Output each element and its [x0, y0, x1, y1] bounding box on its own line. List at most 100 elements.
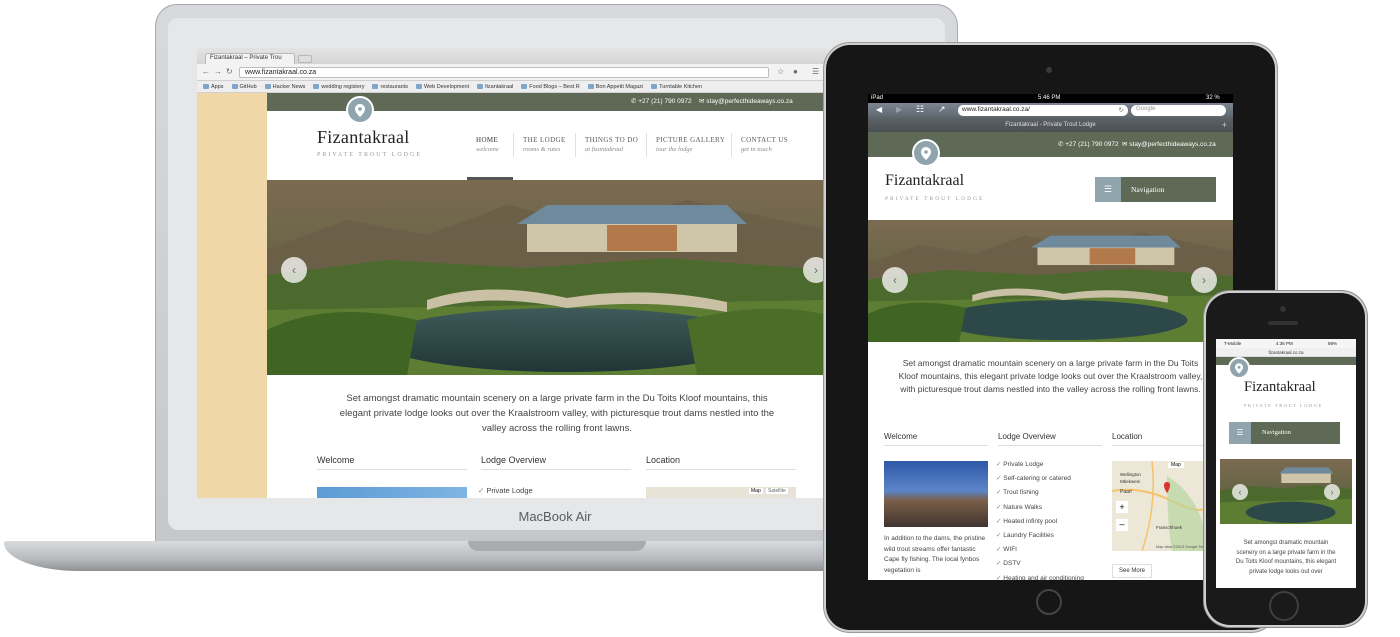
- address-bar[interactable]: www.fizantakraal.co.za: [239, 67, 769, 78]
- status-carrier: iPad: [871, 95, 884, 101]
- status-time: 5:46 PM: [1038, 95, 1061, 101]
- status-battery: 89%: [1328, 341, 1338, 346]
- ipad-home-button[interactable]: [1036, 589, 1062, 615]
- slider-next-button[interactable]: ›: [803, 257, 827, 283]
- forward-icon[interactable]: →: [214, 67, 222, 76]
- intro-paragraph: Set amongst dramatic mountain scenery on…: [898, 358, 1203, 394]
- logo-title[interactable]: Fizantakraal: [1244, 379, 1316, 396]
- folder-icon: [203, 84, 209, 89]
- see-more-button[interactable]: See More: [1112, 564, 1152, 578]
- folder-icon: [372, 84, 379, 89]
- folder-icon: [521, 84, 528, 89]
- safari-address-bar[interactable]: www.fizantakraal.co.za/↻: [958, 105, 1128, 116]
- welcome-image: [884, 461, 988, 527]
- phone-number[interactable]: ✆ +27 (21) 790 0972: [631, 97, 692, 105]
- navigation-label: Navigation: [1131, 185, 1165, 194]
- iphone-home-button[interactable]: [1269, 591, 1299, 621]
- map-place-label: Paarl: [1120, 489, 1132, 495]
- column-heading-location: Location: [646, 455, 796, 470]
- menu-item-home[interactable]: HOME welcome: [476, 136, 499, 154]
- iphone-address-bar[interactable]: fizantakraal.co.za: [1216, 348, 1356, 357]
- reload-icon[interactable]: ↻: [1119, 106, 1124, 114]
- bookmark-item[interactable]: GitHub: [231, 83, 257, 90]
- bookmark-star-icon[interactable]: ☆: [777, 67, 784, 76]
- back-icon[interactable]: ◀: [876, 105, 882, 114]
- folder-icon: [651, 84, 658, 89]
- safari-toolbar: ◀ ▶ ☷ ↗ www.fizantakraal.co.za/↻ Google: [868, 103, 1233, 118]
- browser-tab[interactable]: Fizantakraal – Private Trou: [205, 53, 295, 64]
- status-carrier: T-Mobile: [1224, 341, 1242, 346]
- map-zoom-out-button[interactable]: –: [1116, 519, 1128, 531]
- bookmarks-bar: Apps GitHub Hacker News wedding registery re…: [197, 81, 827, 93]
- menu-item-things-to-do[interactable]: THINGS TO DO at fizantakraal: [585, 136, 638, 154]
- map-type-button[interactable]: Map: [749, 488, 763, 494]
- folder-icon: [587, 84, 594, 89]
- browser-tab-title: Fizantakraal – Private Trou: [210, 55, 282, 61]
- slider-next-button[interactable]: ›: [1191, 267, 1217, 293]
- map-type-button[interactable]: Map: [1168, 462, 1184, 468]
- navigation-button[interactable]: ☰ Navigation: [1095, 177, 1216, 202]
- safari-tab-title[interactable]: Fizantakraal - Private Trout Lodge: [1005, 122, 1095, 128]
- email-link[interactable]: ✉ stay@perfecthideaways.co.za: [699, 97, 793, 105]
- back-icon[interactable]: ←: [202, 67, 210, 76]
- menu-item-the-lodge[interactable]: THE LODGE rooms & rates: [523, 136, 566, 154]
- menu-item-contact-us[interactable]: CONTACT US get in touch: [741, 136, 788, 154]
- logo-title[interactable]: Fizantakraal: [885, 172, 964, 190]
- ipad-camera: [1046, 67, 1052, 73]
- menu-item-picture-gallery[interactable]: PICTURE GALLERY tour the lodge: [656, 136, 725, 154]
- bookmark-item[interactable]: Hacker News: [264, 83, 305, 90]
- hero-slider-image: [267, 180, 827, 375]
- bookmark-item[interactable]: Apps: [203, 83, 224, 90]
- hero-slider-image: [868, 220, 1233, 342]
- menu-divider: [575, 133, 576, 157]
- bookmark-item[interactable]: Food Blogs – Best R: [521, 83, 580, 90]
- column-heading-welcome: Welcome: [317, 455, 467, 470]
- slider-prev-button[interactable]: ‹: [1232, 484, 1248, 500]
- menu-icon[interactable]: ☰: [812, 67, 819, 76]
- column-heading-location: Location: [1112, 432, 1216, 446]
- bookmark-item[interactable]: restaurants: [372, 83, 408, 90]
- folder-icon: [477, 84, 484, 89]
- location-map[interactable]: Map Satellite: [646, 487, 796, 498]
- bookmarks-icon[interactable]: ☷: [916, 104, 924, 115]
- forward-icon[interactable]: ▶: [896, 105, 902, 114]
- hamburger-icon: ☰: [1229, 422, 1251, 444]
- satellite-type-button[interactable]: Satellite: [766, 488, 788, 494]
- iphone-speaker: [1268, 321, 1298, 325]
- map-zoom-in-button[interactable]: +: [1116, 501, 1128, 513]
- navigation-label: Navigation: [1262, 429, 1291, 436]
- welcome-image: [317, 487, 467, 498]
- chevron-right-icon: ›: [1202, 273, 1206, 287]
- slider-prev-button[interactable]: ‹: [281, 257, 307, 283]
- slider-prev-button[interactable]: ‹: [882, 267, 908, 293]
- logo-title[interactable]: Fizantakraal: [317, 127, 410, 148]
- bookmark-item[interactable]: Turntable Kitchen: [651, 83, 702, 90]
- new-tab-button[interactable]: [298, 55, 312, 63]
- navigation-button[interactable]: ☰ Navigation: [1229, 422, 1340, 444]
- feature-list-item: ✓ Nature Walks: [996, 503, 1043, 511]
- chevron-right-icon: ›: [814, 263, 818, 277]
- chevron-right-icon: ›: [1330, 487, 1334, 497]
- share-icon[interactable]: ↗: [938, 104, 946, 115]
- ipad-status-bar: iPad 5:46 PM 32 %: [868, 94, 1233, 103]
- column-heading-welcome: Welcome: [884, 432, 988, 446]
- reload-icon[interactable]: ↻: [226, 67, 233, 76]
- new-tab-icon[interactable]: +: [1222, 118, 1227, 132]
- intro-paragraph: Set amongst dramatic mountain scenery on…: [339, 393, 775, 434]
- bookmark-item[interactable]: Bon Appetit Magazi: [587, 83, 643, 90]
- safari-search-field[interactable]: Google: [1131, 105, 1226, 116]
- check-icon: ✓: [478, 486, 485, 495]
- bookmark-item[interactable]: fizantakraal: [477, 83, 513, 90]
- location-map[interactable]: Map Wellington Mbekweni Paarl Franschhoe…: [1111, 460, 1221, 552]
- feature-list-item: ✓ Private Lodge: [478, 486, 533, 495]
- status-time: 4:36 PM: [1276, 341, 1293, 346]
- feature-list-item: ✓ DSTV: [996, 560, 1021, 568]
- feature-list-item: ✓ Private Lodge: [996, 461, 1044, 468]
- bookmark-item[interactable]: Web Development: [416, 83, 469, 90]
- column-heading-lodge-overview: Lodge Overview: [481, 455, 631, 470]
- email-link[interactable]: ✉ stay@perfecthideaways.co.za: [1122, 140, 1216, 148]
- slider-next-button[interactable]: ›: [1324, 484, 1340, 500]
- extension-icon[interactable]: ●: [793, 67, 798, 76]
- phone-number[interactable]: ✆ +27 (21) 790 0972: [1058, 140, 1119, 148]
- bookmark-item[interactable]: wedding registery: [313, 83, 364, 90]
